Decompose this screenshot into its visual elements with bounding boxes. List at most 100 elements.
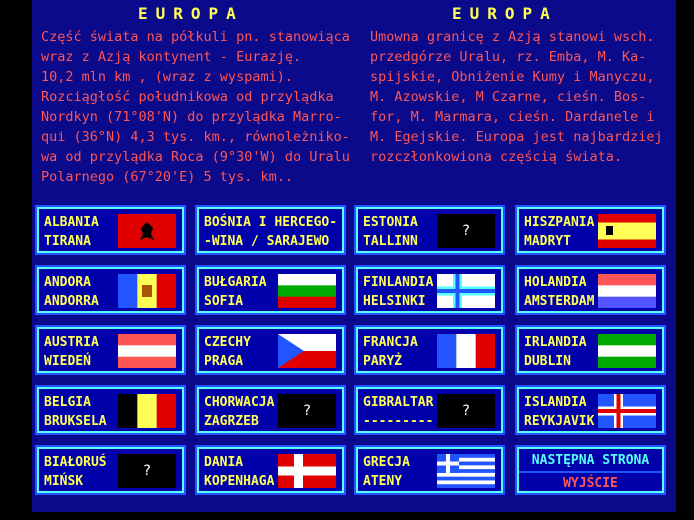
country-name: FRANCJA	[363, 335, 418, 350]
capital-name: DUBLIN	[524, 354, 571, 369]
country-card[interactable]: FINLANDIA HELSINKI	[354, 265, 505, 315]
capital-name: REYKJAVIK	[524, 414, 595, 429]
country-card[interactable]: ESTONIA TALLINN?	[354, 205, 505, 255]
flag-albania	[118, 214, 176, 248]
country-label: BELGIA BRUKSELA	[44, 393, 107, 431]
country-card[interactable]: BOŚNIA I HERCEGO- -WINA / SARAJEWO	[195, 205, 346, 255]
country-label: GRECJA ATENY	[363, 453, 410, 491]
nav-card: NASTĘPNA STRONA WYJŚCIE	[515, 445, 666, 495]
country-card[interactable]: GRECJA ATENY	[354, 445, 505, 495]
capital-name: BRUKSELA	[44, 414, 107, 429]
capital-name: ---------	[363, 414, 434, 429]
exit-button[interactable]: WYJŚCIE	[519, 473, 662, 494]
flag-iceland	[598, 394, 656, 428]
capital-name: MADRYT	[524, 234, 571, 249]
country-label: ALBANIA TIRANA	[44, 213, 99, 251]
country-label: ISLANDIA REYKJAVIK	[524, 393, 594, 431]
country-label: ESTONIA TALLINN	[363, 213, 418, 251]
country-card[interactable]: BIAŁORUŚ MIŃSK?	[35, 445, 186, 495]
country-card[interactable]: BUŁGARIA SOFIA	[195, 265, 346, 315]
flag-czech	[278, 334, 336, 368]
country-name: GRECJA	[363, 455, 410, 470]
country-name: ESTONIA	[363, 215, 418, 230]
flag-spain	[598, 214, 656, 248]
capital-name: HELSINKI	[363, 294, 426, 309]
flag-unknown: ?	[118, 454, 176, 488]
country-card[interactable]: IRLANDIA DUBLIN	[515, 325, 666, 375]
right-description: Umowna granicę z Azją stanowi wsch. prze…	[370, 29, 663, 165]
flag-netherlands	[598, 274, 656, 308]
country-card[interactable]: CHORWACJA ZAGRZEB?	[195, 385, 346, 435]
country-card[interactable]: CZECHY PRAGA	[195, 325, 346, 375]
capital-name: WIEDEŃ	[44, 354, 91, 369]
country-label: IRLANDIA DUBLIN	[524, 333, 587, 371]
country-name: DANIA	[204, 455, 244, 470]
country-label: FINLANDIA HELSINKI	[363, 273, 433, 311]
country-name: CHORWACJA	[204, 395, 275, 410]
country-card[interactable]: DANIA KOPENHAGA	[195, 445, 346, 495]
country-card[interactable]: ALBANIA TIRANA	[35, 205, 186, 255]
country-label: BUŁGARIA SOFIA	[204, 273, 267, 311]
flag-ireland	[598, 334, 656, 368]
country-name: HOLANDIA	[524, 275, 587, 290]
country-name: HISZPANIA	[524, 215, 595, 230]
flag-greece	[437, 454, 495, 488]
unknown-flag-mark: ?	[461, 223, 471, 239]
country-name: GIBRALTAR	[363, 395, 434, 410]
country-label: FRANCJA PARYŻ	[363, 333, 418, 371]
unknown-flag-mark: ?	[142, 463, 152, 479]
flag-bulgaria	[278, 274, 336, 308]
flag-denmark	[278, 454, 336, 488]
country-label: CHORWACJA ZAGRZEB	[204, 393, 274, 431]
flag-unknown: ?	[278, 394, 336, 428]
country-name: ANDORA	[44, 275, 91, 290]
atlas-screen: EUROPA EUROPA Część świata na półkuli pn…	[32, 0, 676, 512]
country-card[interactable]: ANDORA ANDORRA	[35, 265, 186, 315]
capital-name: MIŃSK	[44, 474, 84, 489]
country-card[interactable]: HISZPANIA MADRYT	[515, 205, 666, 255]
capital-name: AMSTERDAM	[524, 294, 595, 309]
country-name: FINLANDIA	[363, 275, 434, 290]
capital-name: TIRANA	[44, 234, 91, 249]
country-card[interactable]: AUSTRIA WIEDEŃ	[35, 325, 186, 375]
country-label: CZECHY PRAGA	[204, 333, 251, 371]
country-card[interactable]: ISLANDIA REYKJAVIK	[515, 385, 666, 435]
capital-name: KOPENHAGA	[204, 474, 275, 489]
country-label: ANDORA ANDORRA	[44, 273, 99, 311]
right-title: EUROPA	[452, 4, 558, 23]
country-card[interactable]: BELGIA BRUKSELA	[35, 385, 186, 435]
capital-name: ANDORRA	[44, 294, 99, 309]
country-name: ALBANIA	[44, 215, 99, 230]
country-name: IRLANDIA	[524, 335, 587, 350]
left-title: EUROPA	[138, 4, 244, 23]
country-card[interactable]: HOLANDIA AMSTERDAM	[515, 265, 666, 315]
country-card[interactable]: FRANCJA PARYŻ	[354, 325, 505, 375]
country-name: BOŚNIA I HERCEGO-	[204, 215, 338, 230]
flag-unknown: ?	[437, 394, 495, 428]
capital-name: -WINA / SARAJEWO	[204, 234, 330, 249]
flag-finland	[437, 274, 495, 308]
flag-belgium	[118, 394, 176, 428]
capital-name: PARYŻ	[363, 354, 403, 369]
country-label: GIBRALTAR ---------	[363, 393, 433, 431]
country-name: ISLANDIA	[524, 395, 587, 410]
capital-name: SOFIA	[204, 294, 244, 309]
country-card[interactable]: GIBRALTAR ---------?	[354, 385, 505, 435]
capital-name: ATENY	[363, 474, 403, 489]
flag-andorra	[118, 274, 176, 308]
next-page-button[interactable]: NASTĘPNA STRONA	[519, 450, 662, 473]
country-label: DANIA KOPENHAGA	[204, 453, 274, 491]
flag-austria	[118, 334, 176, 368]
country-label: BOŚNIA I HERCEGO- -WINA / SARAJEWO	[204, 213, 337, 251]
flag-france	[437, 334, 495, 368]
capital-name: PRAGA	[204, 354, 244, 369]
left-description: Część świata na półkuli pn. stanowiąca w…	[41, 29, 350, 185]
country-name: AUSTRIA	[44, 335, 99, 350]
country-name: BIAŁORUŚ	[44, 455, 107, 470]
country-name: BUŁGARIA	[204, 275, 267, 290]
country-name: BELGIA	[44, 395, 91, 410]
capital-name: TALLINN	[363, 234, 418, 249]
country-label: AUSTRIA WIEDEŃ	[44, 333, 99, 371]
capital-name: ZAGRZEB	[204, 414, 259, 429]
flag-unknown: ?	[437, 214, 495, 248]
